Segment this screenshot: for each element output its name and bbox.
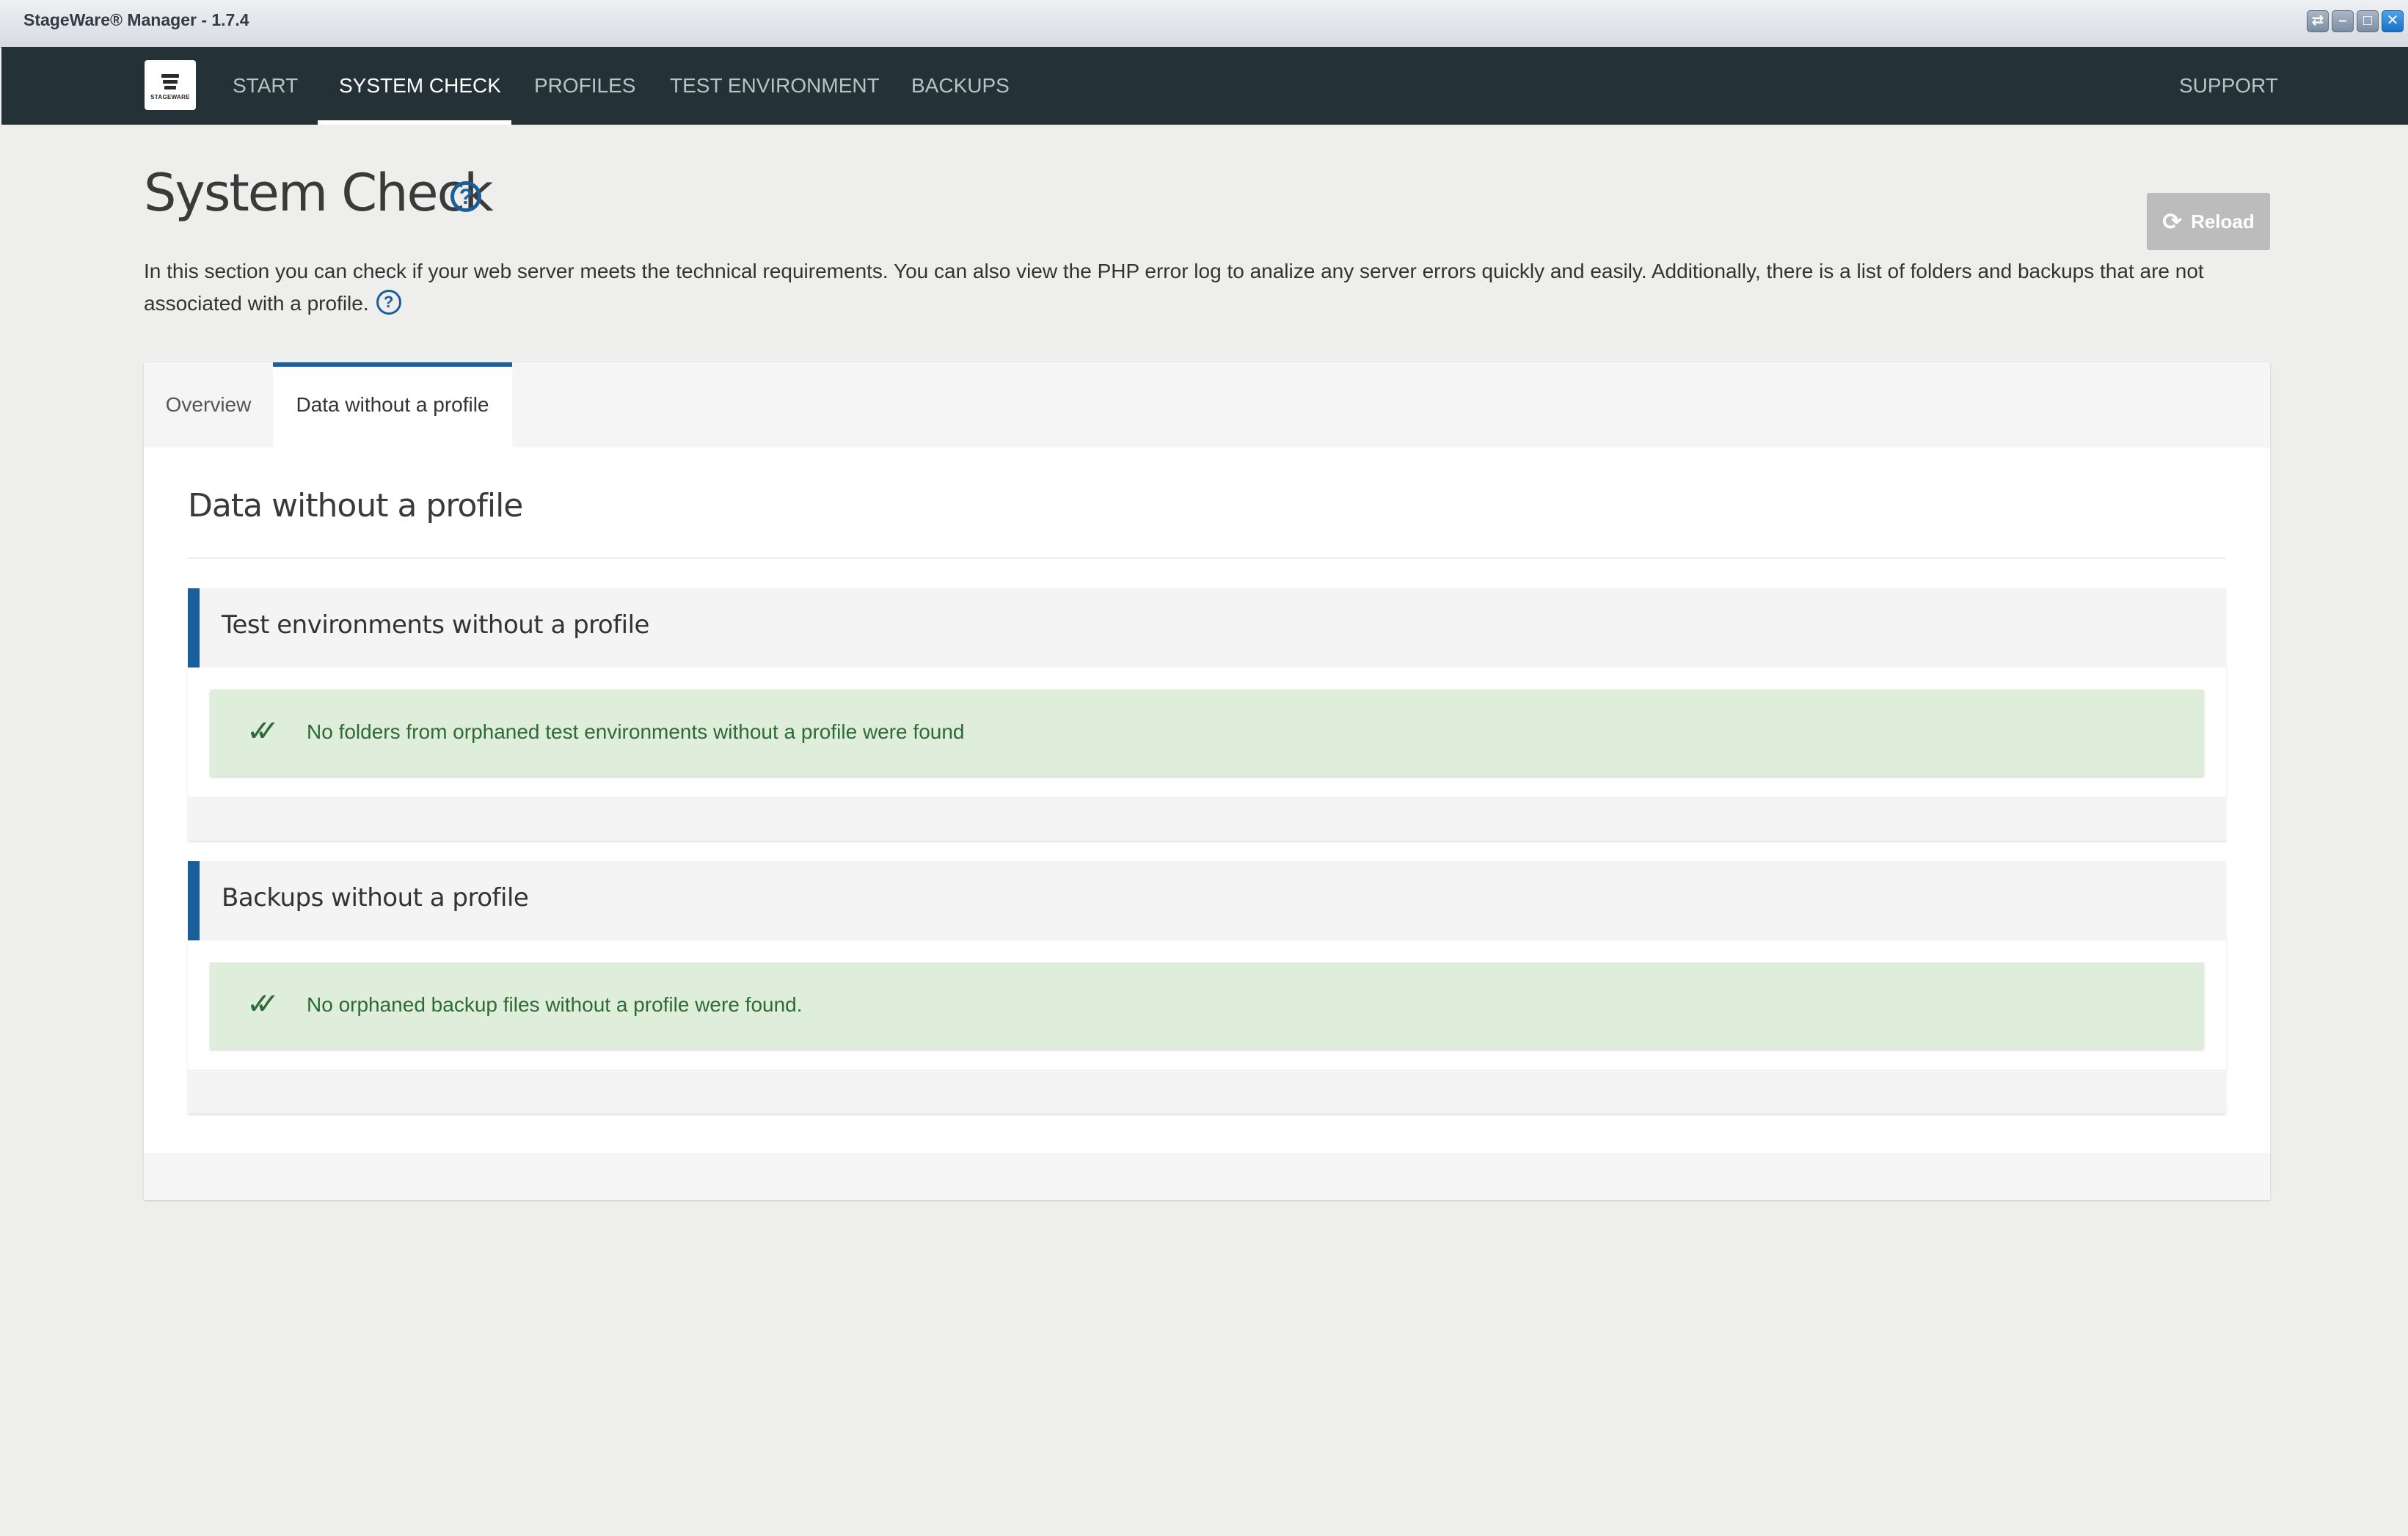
nav-item-profiles[interactable]: PROFILES (534, 47, 635, 125)
nav-item-backups[interactable]: BACKUPS (911, 47, 1010, 125)
tab-overview[interactable]: Overview (144, 362, 273, 447)
intro-text: In this section you can check if your we… (144, 255, 2242, 320)
top-navbar: STAGEWARE START SYSTEM CHECK PROFILES TE… (1, 47, 2408, 125)
reload-label: Reload (2191, 210, 2255, 233)
card-header: Backups without a profile (188, 861, 2226, 940)
help-icon[interactable]: ? (376, 290, 401, 315)
card-title: Backups without a profile (222, 883, 529, 913)
card-footer (188, 797, 2226, 841)
success-alert: ✓✓ No folders from orphaned test environ… (210, 690, 2204, 776)
panel-footer (144, 1153, 2270, 1200)
reload-button[interactable]: ⟳ Reload (2147, 193, 2270, 250)
system-check-panel: Overview Data without a profile Data wit… (144, 362, 2270, 1200)
nav-item-support[interactable]: SUPPORT (2179, 47, 2278, 125)
section-divider (188, 557, 2226, 559)
minimize-icon[interactable]: – (2332, 10, 2354, 32)
close-icon[interactable]: ✕ (2382, 10, 2404, 32)
page-title: System Check (144, 163, 494, 223)
stack-icon (161, 74, 179, 89)
window-titlebar: StageWare® Manager - 1.7.4 ⇄ – □ ✕ (0, 0, 2408, 48)
section-title: Data without a profile (188, 487, 523, 524)
double-check-icon: ✓✓ (247, 988, 280, 1020)
stageware-logo[interactable]: STAGEWARE (145, 60, 196, 110)
window-controls: ⇄ – □ ✕ (2307, 10, 2404, 32)
restore-icon[interactable]: ⇄ (2307, 10, 2329, 32)
card-header: Test environments without a profile (188, 588, 2226, 668)
tab-data-without-profile[interactable]: Data without a profile (273, 362, 512, 447)
nav-active-indicator (318, 120, 511, 125)
tab-bar: Overview Data without a profile (144, 362, 2270, 447)
nav-item-test-environment[interactable]: TEST ENVIRONMENT (670, 47, 880, 125)
nav-item-start[interactable]: START (233, 47, 298, 125)
nav-item-system-check[interactable]: SYSTEM CHECK (339, 47, 501, 125)
maximize-icon[interactable]: □ (2357, 10, 2379, 32)
card-body: ✓✓ No folders from orphaned test environ… (188, 668, 2226, 797)
alert-message: No orphaned backup files without a profi… (307, 993, 803, 1016)
success-alert: ✓✓ No orphaned backup files without a pr… (210, 962, 2204, 1049)
test-environments-card: Test environments without a profile ✓✓ N… (188, 588, 2226, 841)
backups-card: Backups without a profile ✓✓ No orphaned… (188, 861, 2226, 1113)
alert-message: No folders from orphaned test environmen… (307, 720, 965, 743)
window-title: StageWare® Manager - 1.7.4 (23, 10, 249, 29)
help-icon[interactable]: ? (450, 181, 481, 212)
card-body: ✓✓ No orphaned backup files without a pr… (188, 940, 2226, 1069)
double-check-icon: ✓✓ (247, 715, 280, 747)
logo-text: STAGEWARE (150, 94, 190, 100)
refresh-icon: ⟳ (2162, 208, 2183, 235)
intro-paragraph: In this section you can check if your we… (144, 260, 2204, 315)
card-footer (188, 1069, 2226, 1113)
card-title: Test environments without a profile (222, 610, 649, 640)
